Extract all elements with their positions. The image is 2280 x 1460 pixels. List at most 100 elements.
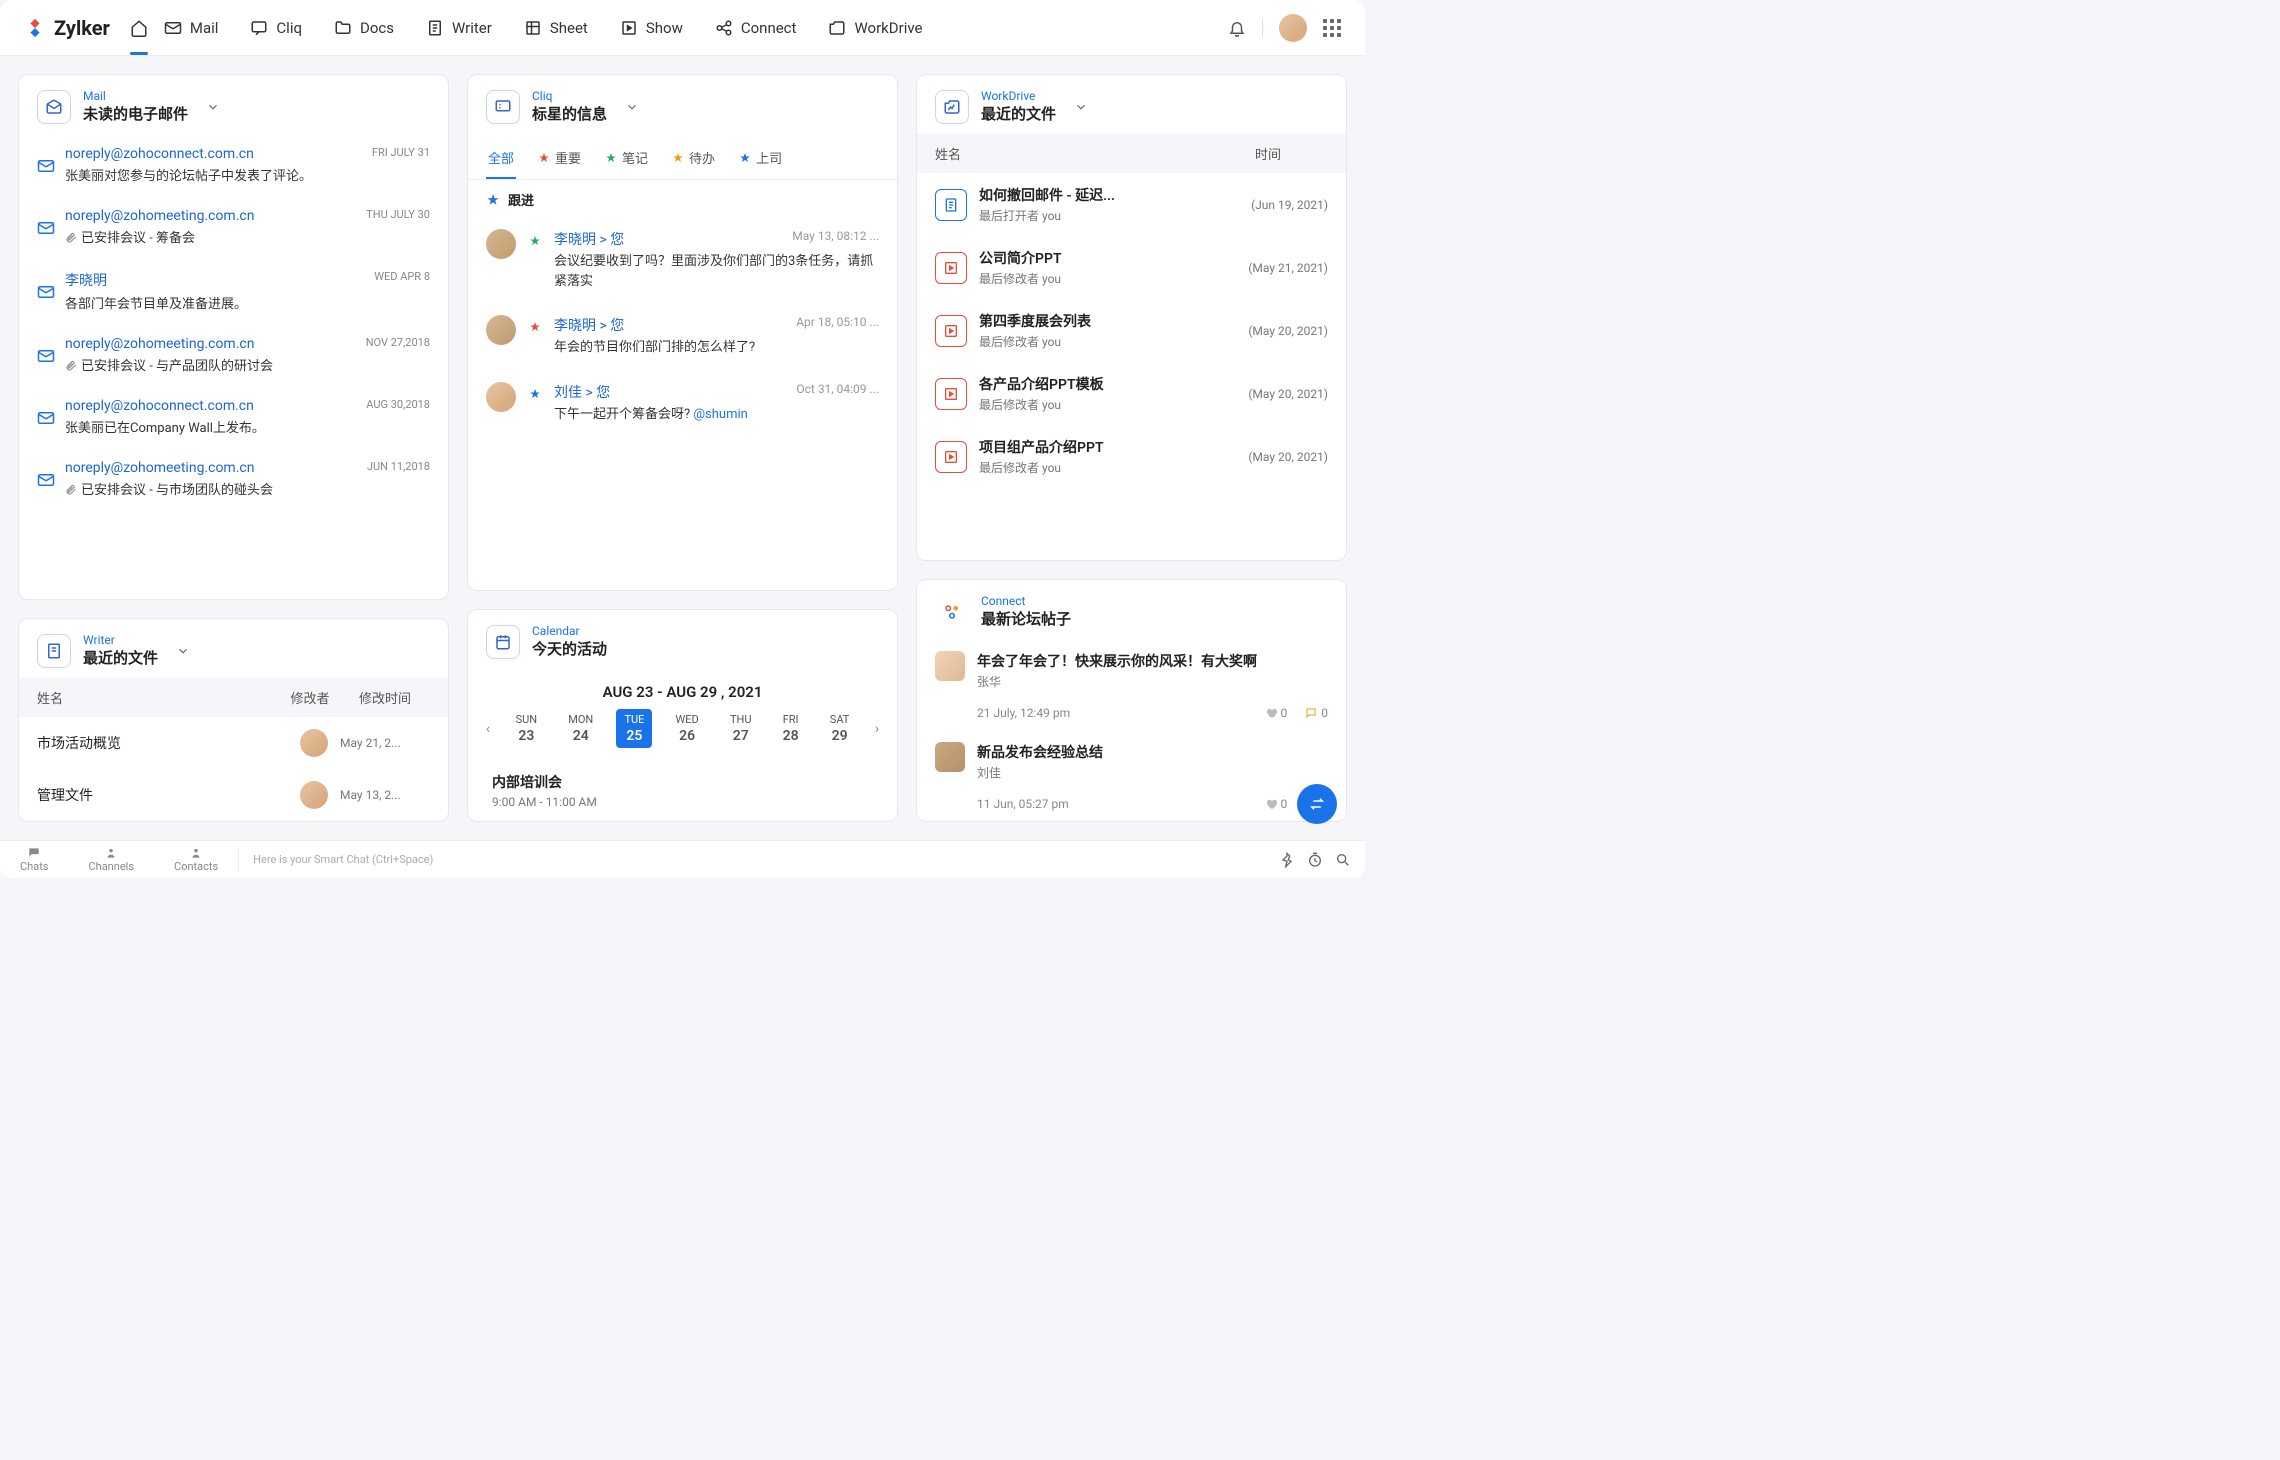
mail-date: THU JULY 30 <box>366 208 430 246</box>
apps-menu-icon[interactable] <box>1323 19 1341 37</box>
cal-day[interactable]: FRI 28 <box>775 709 807 748</box>
file-item[interactable]: 公司简介PPT 最后修改者 you (May 21, 2021) <box>917 236 1346 299</box>
likes[interactable]: 0 <box>1265 706 1288 720</box>
user-avatar[interactable] <box>1279 14 1307 42</box>
nav-writer[interactable]: Writer <box>424 15 494 41</box>
col-name: 姓名 <box>935 144 1208 163</box>
nav-cliq[interactable]: Cliq <box>248 15 304 41</box>
post-item[interactable]: 新品发布会经验总结 刘佳 <box>917 730 1346 793</box>
writer-row[interactable]: 管理文件 May 13, 2... <box>19 769 448 821</box>
nav-mail[interactable]: Mail <box>162 15 221 41</box>
sheet-icon <box>524 19 542 37</box>
bb-channels[interactable]: Channels <box>68 846 154 873</box>
calendar-header[interactable]: Calendar 今天的活动 <box>468 610 897 669</box>
file-item[interactable]: 第四季度展会列表 最后修改者 you (May 20, 2021) <box>917 299 1346 362</box>
chat-avatar <box>486 229 516 259</box>
chat-icon <box>250 19 268 37</box>
post-item[interactable]: 年会了年会了！快来展示你的风采！有大奖啊 张华 <box>917 639 1346 702</box>
writer-widget: Writer 最近的文件 姓名 修改者 修改时间 市场活动概览 May 21, … <box>18 618 449 822</box>
mail-item[interactable]: noreply@zohoconnect.com.cn 张美丽已在Company … <box>19 386 448 448</box>
mail-item[interactable]: noreply@zohoconnect.com.cn 张美丽对您参与的论坛帖子中… <box>19 134 448 196</box>
post-list: 年会了年会了！快来展示你的风采！有大奖啊 张华 21 July, 12:49 p… <box>917 639 1346 821</box>
channels-icon <box>104 846 118 860</box>
file-item[interactable]: 项目组产品介绍PPT 最后修改者 you (May 20, 2021) <box>917 425 1346 488</box>
brand-logo[interactable]: Zylker <box>24 16 110 40</box>
cal-day[interactable]: MON 24 <box>560 709 601 748</box>
nav-home[interactable] <box>128 15 150 41</box>
cal-day[interactable]: SAT 29 <box>822 709 858 748</box>
tab-notes[interactable]: 笔记 <box>603 142 650 179</box>
file-type-icon <box>935 189 967 221</box>
cal-next[interactable]: › <box>865 721 889 737</box>
chevron-down-icon[interactable] <box>625 100 639 114</box>
cal-day[interactable]: TUE 25 <box>616 709 652 748</box>
cal-day[interactable]: WED 26 <box>668 709 707 748</box>
bb-chats[interactable]: Chats <box>0 846 68 873</box>
nav-connect[interactable]: Connect <box>713 15 799 41</box>
smart-chat-input[interactable]: Here is your Smart Chat (Ctrl+Space) <box>239 853 1265 866</box>
writer-header[interactable]: Writer 最近的文件 <box>19 619 448 678</box>
comments[interactable]: 0 <box>1305 706 1328 720</box>
cal-day[interactable]: SUN 23 <box>508 709 546 748</box>
chat-avatar <box>486 382 516 412</box>
star-icon[interactable] <box>528 235 542 247</box>
mail-date: WED APR 8 <box>374 270 430 312</box>
chevron-down-icon[interactable] <box>206 100 220 114</box>
mail-item[interactable]: noreply@zohomeeting.com.cn 已安排会议 - 筹备会 T… <box>19 196 448 258</box>
modifier-avatar <box>300 781 328 809</box>
attachment-icon <box>65 359 77 371</box>
chat-item[interactable]: 李晓明 > 您 Apr 18, 05:10 ... 年会的节目你们部门排的怎么样… <box>468 305 897 368</box>
workdrive-header[interactable]: WorkDrive 最近的文件 <box>917 75 1346 134</box>
chat-from: 李晓明 > 您 <box>554 229 624 249</box>
nav-sheet[interactable]: Sheet <box>522 15 590 41</box>
cal-day[interactable]: THU 27 <box>722 709 760 748</box>
bell-icon[interactable] <box>1228 19 1246 37</box>
file-meta: 最后修改者 you <box>979 396 1236 413</box>
file-item[interactable]: 如何撤回邮件 - 延迟... 最后打开者 you (Jun 19, 2021) <box>917 173 1346 236</box>
chevron-down-icon[interactable] <box>1074 100 1088 114</box>
mail-subject: 张美丽已在Company Wall上发布。 <box>65 417 356 436</box>
mail-item[interactable]: noreply@zohomeeting.com.cn 已安排会议 - 与市场团队… <box>19 448 448 510</box>
file-time: May 21, 2... <box>340 736 430 750</box>
tab-all[interactable]: 全部 <box>486 142 516 179</box>
topbar-right <box>1228 14 1341 42</box>
mail-item[interactable]: noreply@zohomeeting.com.cn 已安排会议 - 与产品团队… <box>19 324 448 386</box>
mail-from: noreply@zohomeeting.com.cn <box>65 336 356 352</box>
likes[interactable]: 0 <box>1265 797 1288 811</box>
envelope-icon <box>37 210 55 246</box>
bb-contacts[interactable]: Contacts <box>154 846 238 873</box>
cal-prev[interactable]: ‹ <box>476 721 500 737</box>
pin-icon[interactable] <box>1279 852 1295 868</box>
star-icon <box>672 152 684 164</box>
cliq-header[interactable]: Cliq 标星的信息 <box>468 75 897 134</box>
connect-title: 最新论坛帖子 <box>981 608 1071 629</box>
tab-boss[interactable]: 上司 <box>737 142 784 179</box>
mail-date: NOV 27,2018 <box>366 336 430 374</box>
tab-todo[interactable]: 待办 <box>670 142 717 179</box>
mail-item[interactable]: 李晓明 各部门年会节目单及准备进展。 WED APR 8 <box>19 258 448 324</box>
cal-range: AUG 23 - AUG 29 , 2021 <box>468 669 897 709</box>
file-item[interactable]: 各产品介绍PPT模板 最后修改者 you (May 20, 2021) <box>917 362 1346 425</box>
star-icon[interactable] <box>528 321 542 333</box>
nav-workdrive[interactable]: WorkDrive <box>826 15 924 41</box>
nav-docs[interactable]: Docs <box>332 15 396 41</box>
heart-icon <box>1265 707 1277 719</box>
mail-subject: 已安排会议 - 与市场团队的碰头会 <box>65 479 357 498</box>
tab-important[interactable]: 重要 <box>536 142 583 179</box>
mail-subject: 已安排会议 - 筹备会 <box>65 227 356 246</box>
fab-button[interactable] <box>1297 784 1337 824</box>
search-icon[interactable] <box>1335 852 1351 868</box>
nav-show[interactable]: Show <box>618 15 685 41</box>
connect-widget: Connect 最新论坛帖子 年会了年会了！快来展示你的风采！有大奖啊 张华 2… <box>916 579 1347 822</box>
top-nav: Mail Cliq Docs Writer Sheet Show Connect… <box>162 15 1228 41</box>
chevron-down-icon[interactable] <box>176 644 190 658</box>
star-icon[interactable] <box>528 388 542 400</box>
timer-icon[interactable] <box>1307 852 1323 868</box>
writer-row[interactable]: 市场活动概览 May 21, 2... <box>19 717 448 769</box>
chat-item[interactable]: 李晓明 > 您 May 13, 08:12 ... 会议纪要收到了吗？里面涉及你… <box>468 219 897 301</box>
connect-header[interactable]: Connect 最新论坛帖子 <box>917 580 1346 639</box>
chat-item[interactable]: 刘佳 > 您 Oct 31, 04:09 ... 下午一起开个筹备会呀? @sh… <box>468 372 897 435</box>
cal-event[interactable]: 内部培训会 9:00 AM - 11:00 AM <box>468 760 897 821</box>
comment-icon <box>1305 707 1317 719</box>
mail-header[interactable]: Mail 未读的电子邮件 <box>19 75 448 134</box>
